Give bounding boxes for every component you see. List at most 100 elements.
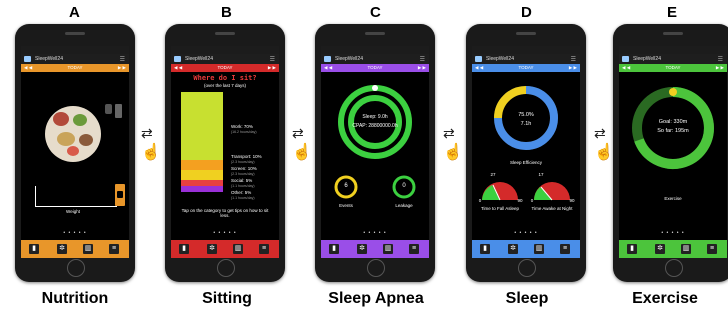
tab-notes[interactable]: ≡ bbox=[259, 244, 269, 254]
leakage-value: 0 bbox=[402, 183, 406, 189]
home-button[interactable] bbox=[367, 259, 385, 277]
prev-day-button[interactable]: ◀ ◀ bbox=[475, 64, 483, 72]
app-logo-icon bbox=[24, 56, 31, 62]
tab-nutrition[interactable]: ▮ bbox=[29, 244, 39, 254]
food-plate-image[interactable] bbox=[45, 106, 101, 162]
fall-asleep-min: 0 bbox=[478, 198, 482, 203]
phone-nutrition: SleepWell24 ☰ ◀ ◀ TODAY ▶ ▶ Weight • • •… bbox=[15, 24, 135, 282]
tab-bar: ▮ ✲ ▥ ≡ bbox=[21, 240, 129, 258]
tab-plate[interactable]: ✲ bbox=[508, 244, 518, 254]
tab-notes[interactable]: ≡ bbox=[109, 244, 119, 254]
weight-scale-button[interactable] bbox=[115, 184, 125, 206]
tab-plate[interactable]: ✲ bbox=[655, 244, 665, 254]
tab-notes[interactable]: ≡ bbox=[409, 244, 419, 254]
next-day-button[interactable]: ▶ ▶ bbox=[118, 64, 126, 72]
caption-exercise: Exercise bbox=[632, 290, 698, 307]
page-dots: • • • • • bbox=[661, 230, 685, 236]
app-logo-icon bbox=[622, 56, 629, 62]
tab-plate[interactable]: ✲ bbox=[357, 244, 367, 254]
home-button[interactable] bbox=[67, 259, 85, 277]
tab-chart[interactable]: ▥ bbox=[383, 244, 393, 254]
home-button[interactable] bbox=[217, 259, 235, 277]
prev-day-button[interactable]: ◀ ◀ bbox=[622, 64, 630, 72]
panel-letter-d: D bbox=[521, 4, 532, 21]
caption-sitting: Sitting bbox=[202, 290, 252, 307]
bar-screen[interactable] bbox=[181, 170, 223, 180]
awake-night-min: 0 bbox=[530, 198, 534, 203]
tab-notes[interactable]: ≡ bbox=[707, 244, 717, 254]
next-day-button[interactable]: ▶ ▶ bbox=[716, 64, 724, 72]
tab-nutrition[interactable]: ▮ bbox=[179, 244, 189, 254]
label-screen-sub: (2.3 hours/day) bbox=[231, 172, 255, 176]
sitting-subtitle: (over the last 7 days) bbox=[203, 83, 247, 88]
exercise-goal: Goal: 330m bbox=[658, 119, 688, 125]
caption-nutrition: Nutrition bbox=[41, 290, 109, 307]
phone-sleep: SleepWell24 ☰ ◀ ◀ TODAY ▶ ▶ 75.0% 7.1h S… bbox=[466, 24, 586, 282]
tap-hand-icon: ☝ bbox=[443, 144, 463, 161]
nav-today-label[interactable]: TODAY bbox=[518, 65, 533, 70]
swap-arrows-icon[interactable]: ⇄ bbox=[292, 125, 304, 142]
sleep-efficiency-ring[interactable] bbox=[490, 82, 562, 154]
tab-chart[interactable]: ▥ bbox=[233, 244, 243, 254]
tab-nutrition[interactable]: ▮ bbox=[627, 244, 637, 254]
app-logo-icon bbox=[475, 56, 482, 62]
swap-arrows-icon[interactable]: ⇄ bbox=[594, 125, 606, 142]
home-button[interactable] bbox=[518, 259, 536, 277]
phone-speaker bbox=[663, 32, 683, 35]
app-bar: SleepWell24 ☰ bbox=[21, 54, 129, 64]
tab-plate[interactable]: ✲ bbox=[207, 244, 217, 254]
tab-chart[interactable]: ▥ bbox=[534, 244, 544, 254]
status-bar bbox=[171, 46, 279, 54]
page-dots: • • • • • bbox=[514, 230, 538, 236]
tab-nutrition[interactable]: ▮ bbox=[480, 244, 490, 254]
awake-night-value: 17 bbox=[538, 172, 544, 177]
label-other: Other: 5% bbox=[231, 190, 252, 195]
tap-hand-icon: ☝ bbox=[292, 144, 312, 161]
panel-letter-e: E bbox=[667, 4, 678, 21]
cpap-ring bbox=[348, 95, 402, 149]
bar-transport[interactable] bbox=[181, 160, 223, 170]
tab-bar: ▮ ✲ ▥ ≡ bbox=[321, 240, 429, 258]
sleep-cpap-rings[interactable] bbox=[335, 82, 415, 162]
prev-day-button[interactable]: ◀ ◀ bbox=[324, 64, 332, 72]
nav-today-label[interactable]: TODAY bbox=[367, 65, 382, 70]
panel-letter-a: A bbox=[69, 4, 80, 21]
label-social-sub: (1.1 hours/day) bbox=[231, 184, 255, 188]
date-nav-bar: ◀ ◀ TODAY ▶ ▶ bbox=[21, 64, 129, 72]
next-day-button[interactable]: ▶ ▶ bbox=[569, 64, 577, 72]
bar-work[interactable] bbox=[181, 92, 223, 160]
date-nav-bar: ◀ ◀ TODAY ▶ ▶ bbox=[619, 64, 727, 72]
tab-chart[interactable]: ▥ bbox=[83, 244, 93, 254]
prev-day-button[interactable]: ◀ ◀ bbox=[174, 64, 182, 72]
phone-speaker bbox=[516, 32, 536, 35]
swap-arrows-icon[interactable]: ⇄ bbox=[443, 125, 455, 142]
phone-speaker bbox=[365, 32, 385, 35]
tab-chart[interactable]: ▥ bbox=[681, 244, 691, 254]
screen-sitting: SleepWell24 ☰ ◀ ◀ TODAY ▶ ▶ Where do I s… bbox=[171, 46, 279, 258]
bar-other[interactable] bbox=[181, 186, 223, 192]
next-day-button[interactable]: ▶ ▶ bbox=[268, 64, 276, 72]
label-work-sub: (16.2 hours/day) bbox=[231, 130, 257, 134]
prev-day-button[interactable]: ◀ ◀ bbox=[24, 64, 32, 72]
tab-plate[interactable]: ✲ bbox=[57, 244, 67, 254]
status-bar bbox=[472, 46, 580, 54]
nav-today-label[interactable]: TODAY bbox=[665, 65, 680, 70]
nav-today-label[interactable]: TODAY bbox=[217, 65, 232, 70]
bottle-icon bbox=[115, 104, 122, 118]
page-dots: • • • • • bbox=[213, 230, 237, 236]
page-dots: • • • • • bbox=[63, 230, 87, 236]
sitting-tip: Tap on the category to get tips on how t… bbox=[181, 208, 269, 218]
weight-axis-x bbox=[35, 206, 117, 207]
home-button[interactable] bbox=[665, 259, 683, 277]
tab-nutrition[interactable]: ▮ bbox=[329, 244, 339, 254]
next-day-button[interactable]: ▶ ▶ bbox=[418, 64, 426, 72]
tap-hand-icon: ☝ bbox=[594, 144, 614, 161]
tab-notes[interactable]: ≡ bbox=[560, 244, 570, 254]
sleep-hours: 7.1h bbox=[520, 121, 532, 127]
swap-arrows-icon[interactable]: ⇄ bbox=[141, 125, 153, 142]
caption-sleep: Sleep bbox=[505, 290, 549, 307]
nav-today-label[interactable]: TODAY bbox=[67, 65, 82, 70]
label-social: Social: 5% bbox=[231, 178, 253, 183]
date-nav-bar: ◀ ◀ TODAY ▶ ▶ bbox=[321, 64, 429, 72]
progress-marker-icon bbox=[669, 88, 677, 96]
